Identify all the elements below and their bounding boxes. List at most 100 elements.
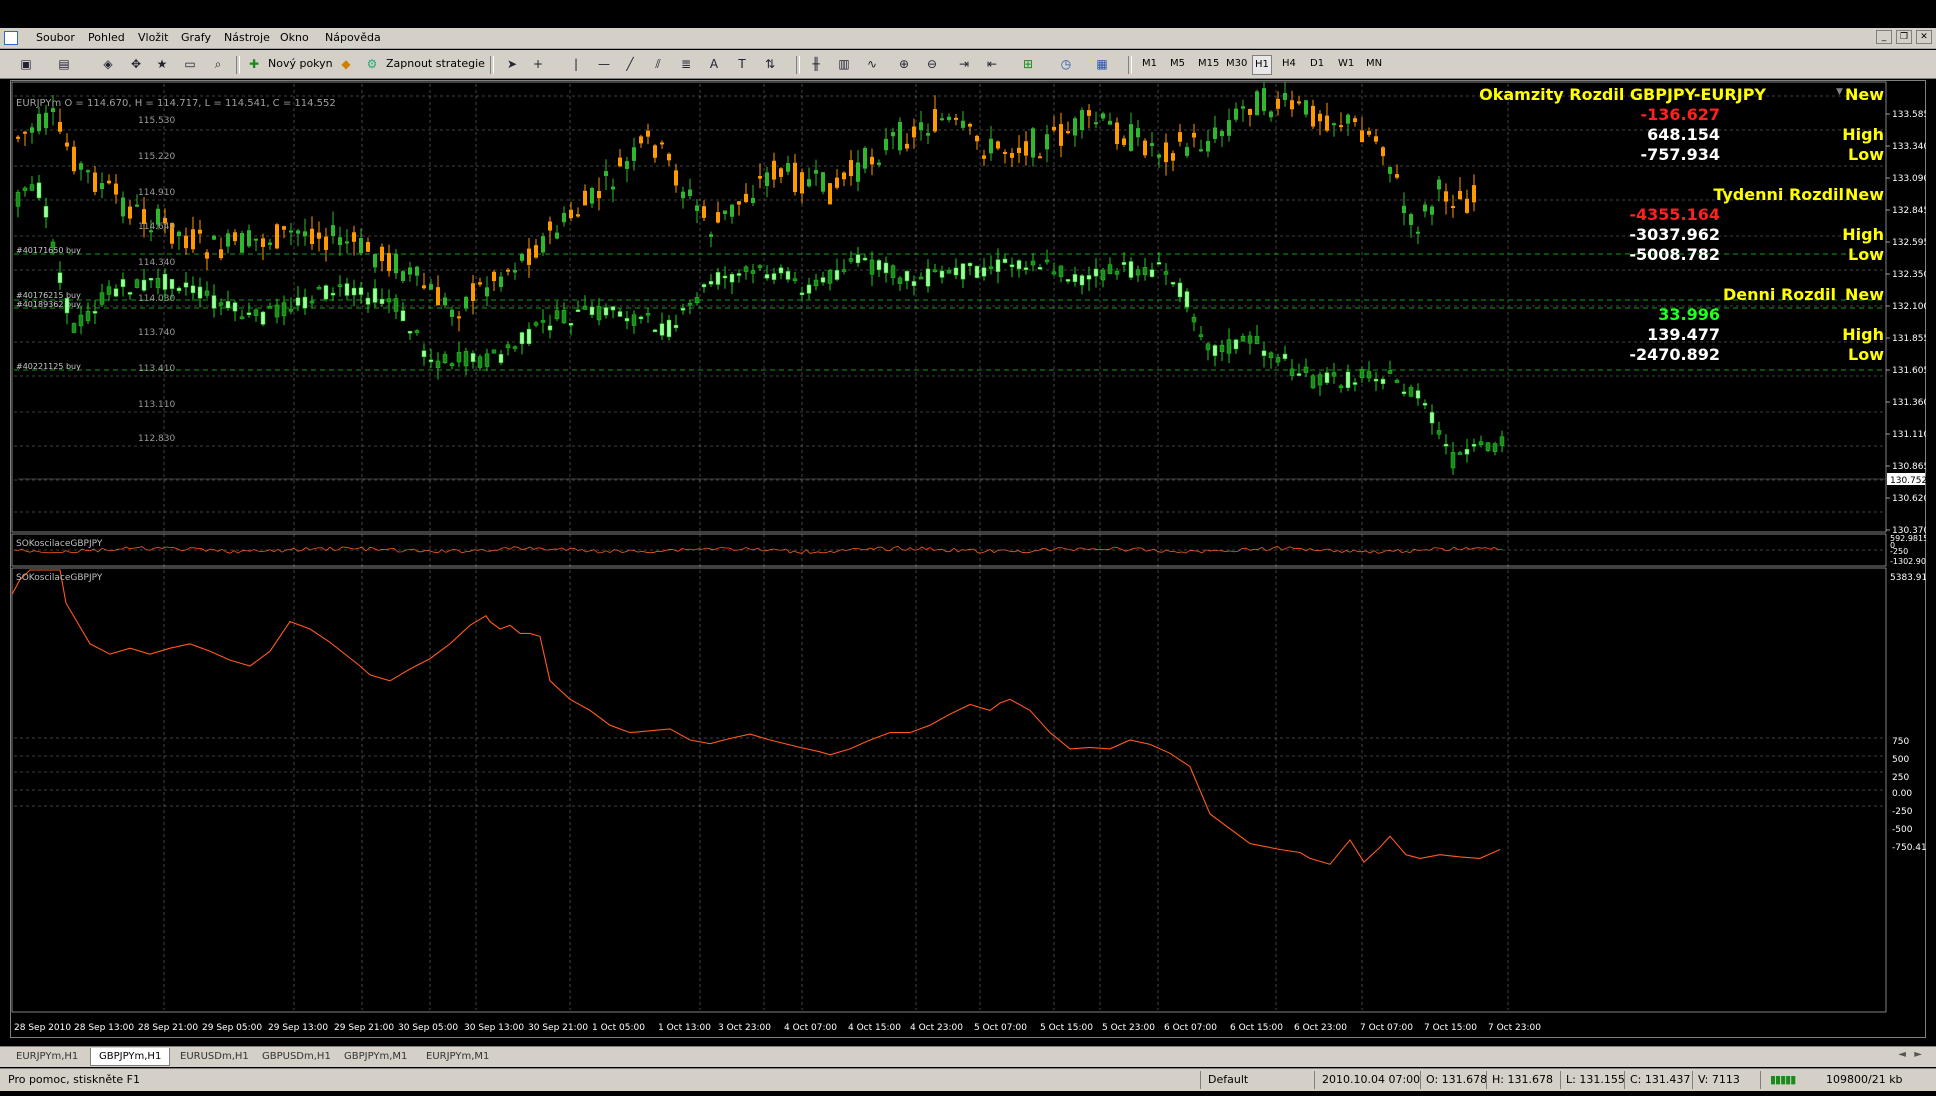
candle-body [23,131,27,134]
time-label: 5 Oct 15:00 [1040,1023,1093,1033]
candle-body [58,121,62,132]
periods-icon[interactable]: ◷ [1058,56,1074,72]
strategy-toggle-button[interactable]: Zapnout strategie [386,54,485,74]
candle2-body [1163,271,1169,275]
restore-icon[interactable]: ❐ [1896,30,1912,44]
timeframe-w1[interactable]: W1 [1336,55,1356,73]
horizontal-line-icon[interactable]: — [596,56,612,72]
candle-body [653,145,657,158]
cursor-icon[interactable]: ➤ [504,56,520,72]
navigator-icon[interactable]: ★ [154,56,170,72]
indicators-icon[interactable]: ⊞ [1020,56,1036,72]
metaeditor-icon[interactable]: ◆ [338,56,354,72]
timeframe-mn[interactable]: MN [1364,55,1384,73]
candle2-body [498,354,504,363]
candle2-body [351,287,357,296]
candle-body [1472,185,1476,203]
chart-tab[interactable]: EURJPYm,H1 [8,1048,86,1065]
candle-body [359,237,363,254]
bar-chart-icon[interactable]: ╫ [808,56,824,72]
chart-tab[interactable]: EURJPYm,M1 [418,1048,497,1065]
candle2-body [589,306,595,316]
indicator2-name: SOKoscilaceGBPJPY [16,573,103,583]
time-label: 28 Sep 21:00 [138,1023,198,1033]
new-chart-icon[interactable]: ▣ [18,56,34,72]
left-scale-label: 113.110 [138,400,175,410]
timeframe-d1[interactable]: D1 [1308,55,1326,73]
zoom-out-icon[interactable]: ⊖ [924,56,940,72]
line-chart-icon[interactable]: ∿ [864,56,880,72]
timeframe-m5[interactable]: M5 [1168,55,1187,73]
candle2-body [526,328,532,345]
data-window-icon[interactable]: ✥ [128,56,144,72]
candle-body [933,109,937,132]
candle2-body [162,273,168,290]
vertical-line-icon[interactable]: | [568,56,584,72]
indicator2-scale: 750 500 250 0.00 -250 -500 -750.419 [1892,737,1933,853]
fibonacci-icon[interactable]: ≣ [678,56,694,72]
new-order-button[interactable]: Nový pokyn [268,54,333,74]
menu-item-vlozit[interactable]: Vložit [138,31,168,44]
chart-shift-icon[interactable]: ⇤ [984,56,1000,72]
chart-tab[interactable]: GBPJPYm,H1 [90,1048,171,1066]
status-low: L: 131.155 [1566,1073,1625,1086]
timeframe-m30[interactable]: M30 [1224,55,1249,73]
tester-icon[interactable]: ⌕ [210,56,226,72]
candle2-body [897,277,903,284]
timeframe-m1[interactable]: M1 [1140,55,1159,73]
chart-tab[interactable]: GBPJPYm,M1 [336,1048,415,1065]
chart-tab[interactable]: GBPUSDm,H1 [254,1048,339,1065]
minimize-icon[interactable]: _ [1876,30,1892,44]
menu-item-nastroje[interactable]: Nástroje [224,31,270,44]
close-icon[interactable]: ✕ [1916,30,1932,44]
timeframe-m15[interactable]: M15 [1196,55,1221,73]
menu-item-soubor[interactable]: Soubor [36,31,75,44]
autoscroll-icon[interactable]: ⇥ [956,56,972,72]
candle-body [247,230,251,247]
candlestick-icon[interactable]: ▥ [836,56,852,72]
trendline-icon[interactable]: ╱ [622,56,638,72]
candle2-body [785,271,791,280]
tab-scroll-left-icon[interactable]: ◄ [1898,1049,1906,1060]
profiles-icon[interactable]: ▤ [56,56,72,72]
chart-tab[interactable]: EURUSDm,H1 [172,1048,257,1065]
candle2-body [1079,275,1085,286]
denni-value: 33.996 [1658,305,1720,324]
candle2-body [967,262,973,267]
timeframe-h1[interactable]: H1 [1252,55,1272,75]
candle-body [1150,143,1154,147]
candle-body [1192,132,1196,138]
menu-item-napoveda[interactable]: Nápověda [325,31,381,44]
candle2-body [918,276,924,280]
market-watch-icon[interactable]: ◈ [100,56,116,72]
candle-body [1045,134,1049,150]
candle2-body [442,354,448,363]
candle2-body [1051,271,1057,275]
tab-scroll-right-icon[interactable]: ► [1914,1049,1922,1060]
arrows-icon[interactable]: ⇅ [762,56,778,72]
right-scale-label: 133.340 [1892,142,1926,152]
menu-item-grafy[interactable]: Grafy [181,31,211,44]
text-label-icon[interactable]: T [734,56,750,72]
channel-icon[interactable]: ⫽ [650,56,666,72]
zoom-in-icon[interactable]: ⊕ [896,56,912,72]
candle-body [1458,190,1462,200]
crosshair-icon[interactable]: + [530,56,546,72]
candle2-body [1191,316,1197,323]
candle2-body [820,277,826,283]
templates-icon[interactable]: ▦ [1094,56,1110,72]
candle2-body [848,258,854,262]
chart-canvas[interactable]: #40171650 buy #40176215 buy#40189362 buy #… [10,80,1933,1038]
menu-item-okno[interactable]: Okno [280,31,309,44]
text-icon[interactable]: A [706,56,722,72]
terminal-icon[interactable]: ▭ [182,56,198,72]
menu-item-pohled[interactable]: Pohled [88,31,125,44]
candle2-body [1338,385,1344,389]
chart-window[interactable]: #40171650 buy #40176215 buy #40189362 buy #… [10,80,1933,1038]
indicator1-scale-label: -1302.90 [1890,557,1926,566]
candle2-body [1086,275,1092,280]
timeframe-h4[interactable]: H4 [1280,55,1298,73]
candle-body [107,180,111,184]
candle2-body [673,324,679,329]
candle-body [408,267,412,275]
